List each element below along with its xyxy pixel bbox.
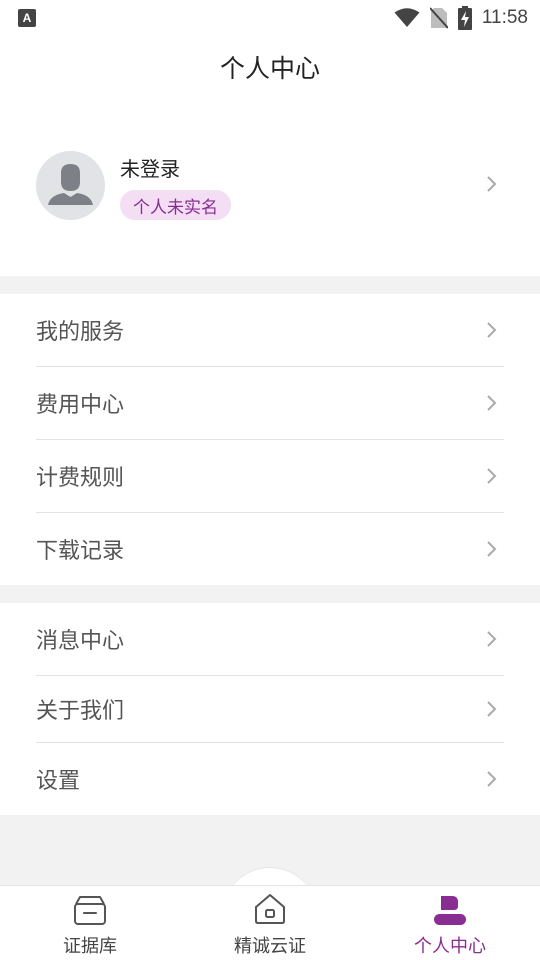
chevron-right-icon (487, 631, 497, 647)
tab-label: 精诚云证 (234, 936, 306, 957)
tab-label: 个人中心 (414, 936, 486, 957)
app-notification-icon: A (18, 9, 36, 27)
realname-status-badge[interactable]: 个人未实名 (120, 190, 231, 220)
chevron-right-icon (487, 701, 497, 717)
archive-box-icon (74, 896, 106, 925)
page-header: 个人中心 (0, 36, 540, 98)
tab-evidence-library[interactable]: 证据库 (0, 886, 180, 960)
wifi-icon (394, 8, 420, 27)
status-bar: A 11:58 (0, 0, 540, 36)
chevron-right-icon (487, 395, 497, 411)
menu-item-label: 我的服务 (36, 320, 125, 345)
profile-card[interactable]: 未登录 个人未实名 (0, 98, 540, 276)
menu-item-label: 消息中心 (36, 629, 125, 654)
menu-item-label: 计费规则 (36, 466, 125, 491)
menu-item-billing-center[interactable]: 费用中心 (0, 367, 540, 439)
tab-label: 证据库 (63, 936, 117, 957)
chevron-right-icon (487, 541, 497, 557)
avatar[interactable] (36, 151, 105, 220)
menu-item-download-records[interactable]: 下载记录 (0, 513, 540, 585)
chevron-right-icon (487, 771, 497, 787)
menu-item-about-us[interactable]: 关于我们 (0, 676, 540, 742)
menu-item-pricing-rules[interactable]: 计费规则 (0, 440, 540, 512)
person-silhouette-icon (48, 164, 93, 205)
home-icon (255, 894, 285, 924)
menu-item-my-services[interactable]: 我的服务 (0, 294, 540, 366)
tab-home[interactable]: 精诚云证 (180, 886, 360, 960)
page-title: 个人中心 (219, 54, 320, 83)
status-time: 11:58 (481, 7, 528, 28)
user-icon (434, 896, 466, 925)
menu-item-label: 关于我们 (36, 699, 125, 724)
no-sim-icon (429, 7, 448, 29)
menu-item-settings[interactable]: 设置 (0, 743, 540, 815)
menu-group-general: 消息中心 关于我们 设置 (0, 603, 540, 815)
battery-charging-icon (457, 6, 472, 30)
menu-item-label: 设置 (36, 769, 81, 794)
chevron-right-icon (487, 176, 497, 192)
menu-item-label: 下载记录 (36, 539, 125, 564)
menu-group-account: 我的服务 费用中心 计费规则 下载记录 (0, 294, 540, 585)
tab-personal-center[interactable]: 个人中心 (360, 886, 540, 960)
chevron-right-icon (487, 322, 497, 338)
bottom-tab-bar: 证据库 精诚云证 个人中心 (0, 885, 540, 960)
chevron-right-icon (487, 468, 497, 484)
username[interactable]: 未登录 (120, 153, 180, 182)
menu-item-label: 费用中心 (36, 393, 125, 418)
menu-item-message-center[interactable]: 消息中心 (0, 603, 540, 675)
